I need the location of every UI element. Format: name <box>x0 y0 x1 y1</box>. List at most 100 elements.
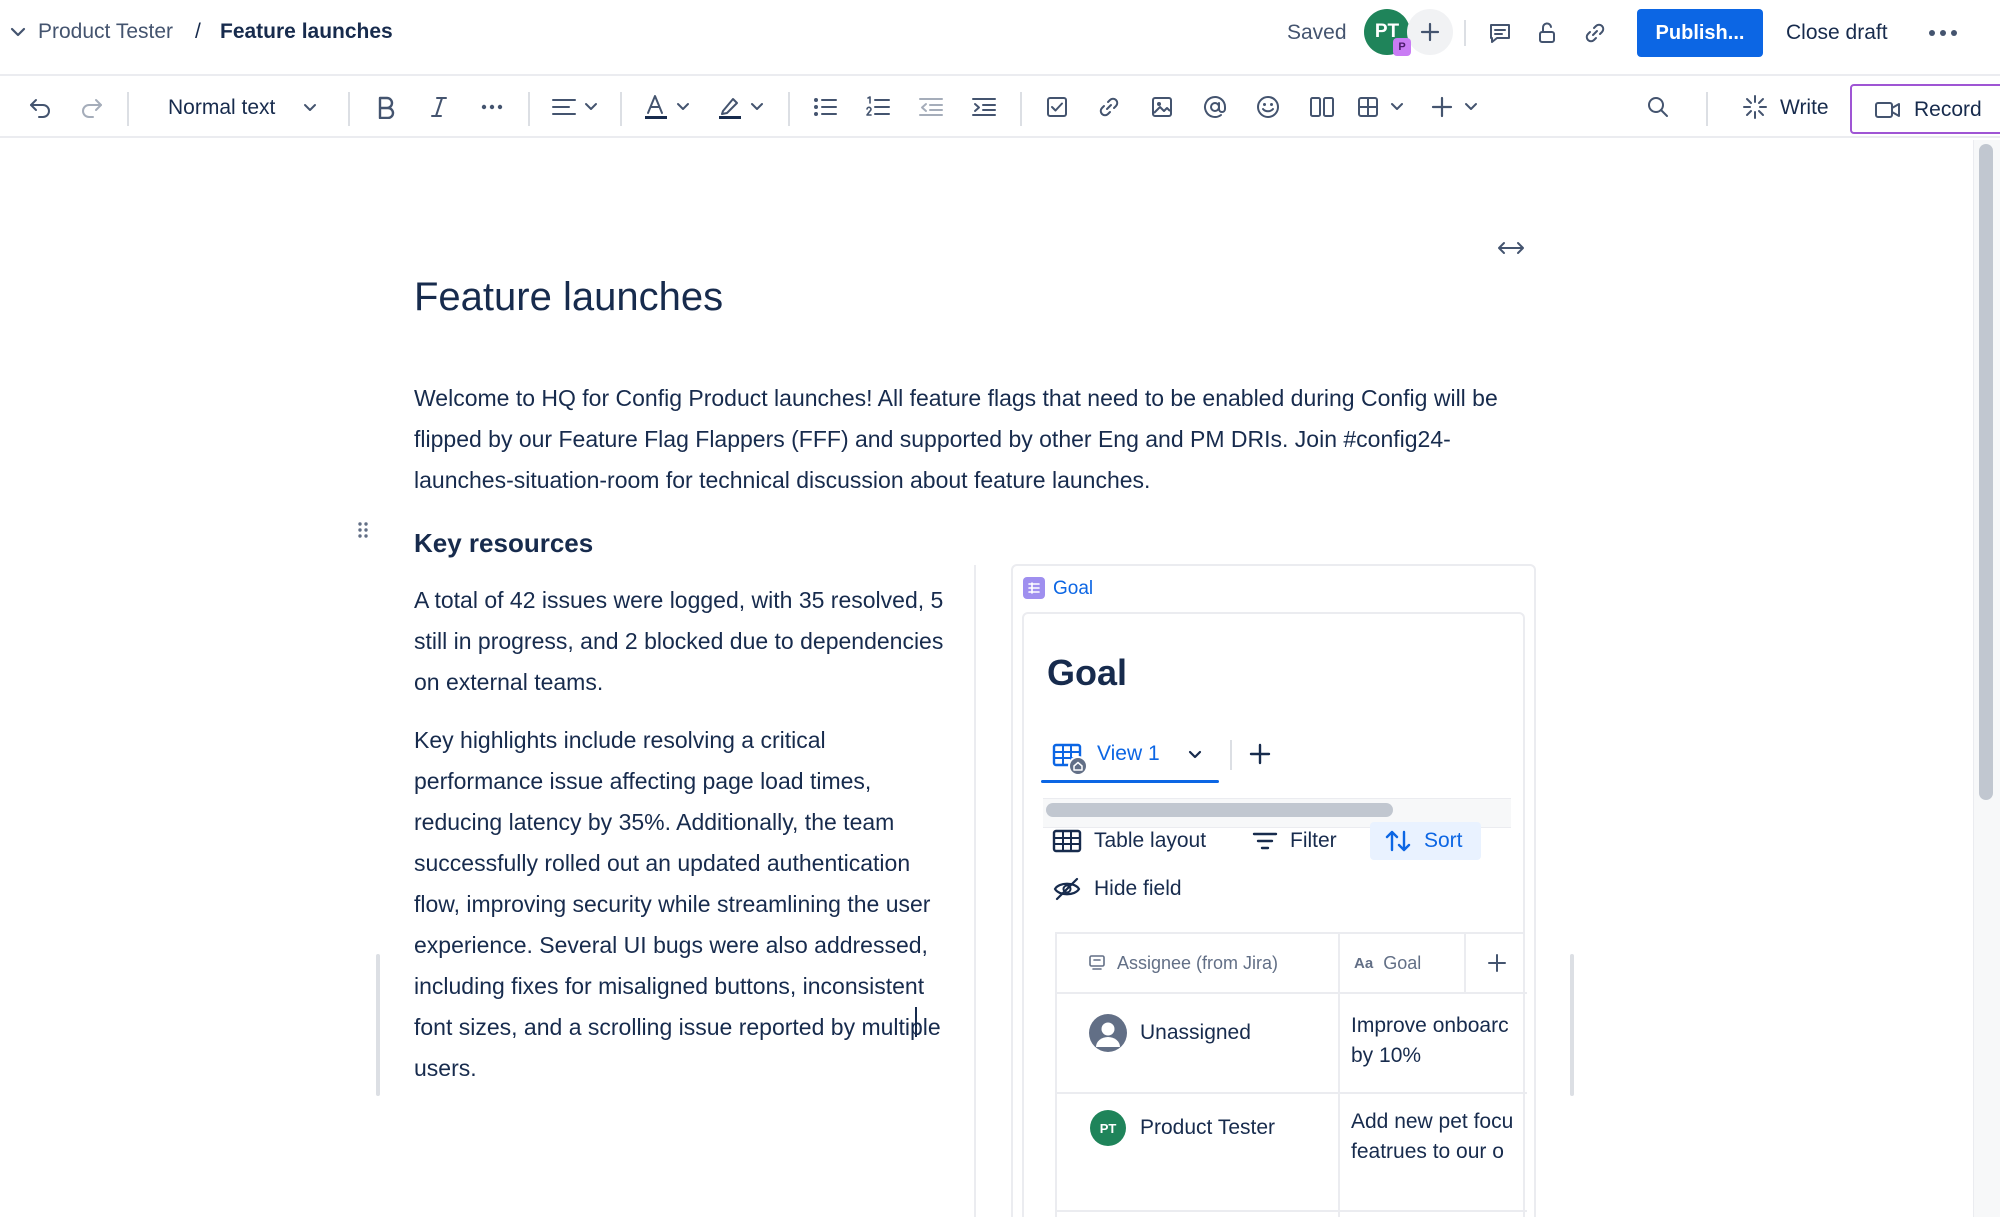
add-view-icon[interactable] <box>1248 742 1272 766</box>
column-header-label: Goal <box>1383 952 1422 973</box>
record-button[interactable]: Record <box>1850 84 2000 134</box>
goal-cell[interactable]: Add new pet focu <box>1351 1107 1521 1137</box>
goal-cell[interactable]: Improve onboarc <box>1351 1011 1521 1041</box>
avatar: PT <box>1090 1110 1126 1146</box>
horizontal-scrollbar-thumb[interactable] <box>1046 803 1393 817</box>
divider <box>348 92 350 126</box>
page-title[interactable]: Feature launches <box>414 275 723 320</box>
avatar-badge: P <box>1393 38 1411 56</box>
row-divider <box>1057 1210 1527 1212</box>
resize-handle-right[interactable] <box>1570 954 1574 1096</box>
expand-width-icon[interactable] <box>1496 238 1526 258</box>
chevron-down-icon[interactable] <box>1187 746 1203 762</box>
assignee-cell[interactable]: Product Tester <box>1140 1113 1275 1143</box>
ai-sparkle-icon[interactable] <box>1738 88 1772 126</box>
column-divider <box>1338 934 1340 1217</box>
filter-button[interactable]: Filter <box>1252 822 1337 860</box>
plus-icon <box>1487 954 1506 972</box>
italic-icon[interactable] <box>422 88 456 126</box>
more-options-icon[interactable] <box>1926 20 1960 46</box>
scrollbar-thumb[interactable] <box>1979 144 1993 800</box>
jira-field-icon <box>1089 955 1105 970</box>
active-tab-indicator <box>1041 780 1219 783</box>
write-button[interactable]: Write <box>1780 96 1829 120</box>
assignee-cell[interactable]: Unassigned <box>1140 1018 1251 1048</box>
breadcrumb-parent[interactable]: Product Tester <box>38 20 173 44</box>
home-icon <box>1068 756 1088 776</box>
database-embed-link[interactable]: Goal <box>1053 578 1093 600</box>
column-header-assignee[interactable]: Assignee (from Jira) <box>1057 934 1340 994</box>
mention-icon[interactable] <box>1198 88 1232 126</box>
hide-field-label: Hide field <box>1094 877 1182 900</box>
layout-column-left[interactable]: A total of 42 issues were logged, with 3… <box>414 580 959 1106</box>
view-tab-label[interactable]: View 1 <box>1097 742 1160 766</box>
text-type-icon: Aa <box>1354 954 1374 972</box>
section-heading[interactable]: Key resources <box>414 528 593 559</box>
link-icon[interactable] <box>1580 18 1610 48</box>
bullet-list-icon[interactable] <box>808 88 842 126</box>
search-icon[interactable] <box>1641 88 1675 126</box>
more-formatting-icon[interactable] <box>475 88 509 126</box>
drag-handle-icon[interactable] <box>356 520 370 540</box>
goal-cell-continued: featrues to our o <box>1351 1140 1504 1163</box>
divider <box>788 92 790 126</box>
table-icon[interactable] <box>1355 88 1411 126</box>
text-cursor <box>915 1007 917 1037</box>
eye-off-icon <box>1053 877 1081 901</box>
redo-icon[interactable] <box>74 88 110 126</box>
intro-paragraph[interactable]: Welcome to HQ for Config Product launche… <box>414 378 1536 501</box>
unlock-icon[interactable] <box>1532 18 1562 48</box>
database-icon <box>1023 577 1045 599</box>
sort-label: Sort <box>1424 829 1463 852</box>
outdent-icon[interactable] <box>914 88 948 126</box>
column-header-goal[interactable]: Aa Goal <box>1340 934 1466 994</box>
table-layout-button[interactable]: Table layout <box>1052 822 1206 860</box>
column-header-label: Assignee (from Jira) <box>1117 952 1279 973</box>
text-color-icon[interactable] <box>642 88 694 126</box>
undo-icon[interactable] <box>22 88 58 126</box>
publish-button[interactable]: Publish... <box>1637 9 1763 57</box>
breadcrumb-separator: / <box>195 20 201 43</box>
top-bar: Product Tester / Feature launches Saved … <box>0 0 2000 66</box>
link-icon[interactable] <box>1092 88 1126 126</box>
table-layout-label: Table layout <box>1094 829 1207 852</box>
close-draft-button[interactable]: Close draft <box>1786 21 1888 45</box>
divider <box>1464 20 1466 46</box>
image-icon[interactable] <box>1145 88 1179 126</box>
text-style-dropdown[interactable]: Normal text <box>168 96 275 120</box>
columns-layout-icon[interactable] <box>1305 88 1339 126</box>
database-title[interactable]: Goal <box>1047 652 1127 694</box>
plus-icon <box>1420 22 1440 42</box>
divider <box>620 92 622 126</box>
add-collaborator-button[interactable] <box>1407 9 1453 55</box>
insert-plus-icon[interactable] <box>1429 88 1485 126</box>
goal-cell-continued: by 10% <box>1351 1044 1422 1067</box>
chevron-down-icon[interactable] <box>8 22 28 42</box>
resize-handle-left[interactable] <box>376 954 380 1096</box>
add-column-button[interactable] <box>1466 934 1527 994</box>
highlight-icon[interactable] <box>716 88 768 126</box>
sort-icon <box>1385 830 1411 852</box>
divider <box>1020 92 1022 126</box>
highlights-paragraph[interactable]: Key highlights include resolving a criti… <box>414 720 959 1089</box>
alignment-icon[interactable] <box>550 88 602 126</box>
row-divider <box>1057 1092 1527 1094</box>
sort-button[interactable]: Sort <box>1370 822 1481 860</box>
editor-toolbar: Normal text Write Record <box>0 74 2000 138</box>
bold-icon[interactable] <box>369 88 403 126</box>
emoji-icon[interactable] <box>1251 88 1285 126</box>
summary-paragraph[interactable]: A total of 42 issues were logged, with 3… <box>414 580 959 703</box>
hide-field-button[interactable]: Hide field <box>1052 870 1182 908</box>
divider <box>528 92 530 126</box>
task-checkbox-icon[interactable] <box>1040 88 1074 126</box>
filter-icon <box>1252 832 1278 850</box>
comment-icon[interactable] <box>1485 18 1515 48</box>
chevron-down-icon[interactable] <box>298 88 322 126</box>
breadcrumb-current[interactable]: Feature launches <box>220 20 393 44</box>
numbered-list-icon[interactable] <box>861 88 895 126</box>
filter-label: Filter <box>1290 829 1337 852</box>
save-status: Saved <box>1287 21 1347 44</box>
table-layout-icon <box>1052 829 1082 853</box>
database-table: Assignee (from Jira) Aa Goal Unassigned … <box>1055 932 1527 1217</box>
indent-icon[interactable] <box>967 88 1001 126</box>
